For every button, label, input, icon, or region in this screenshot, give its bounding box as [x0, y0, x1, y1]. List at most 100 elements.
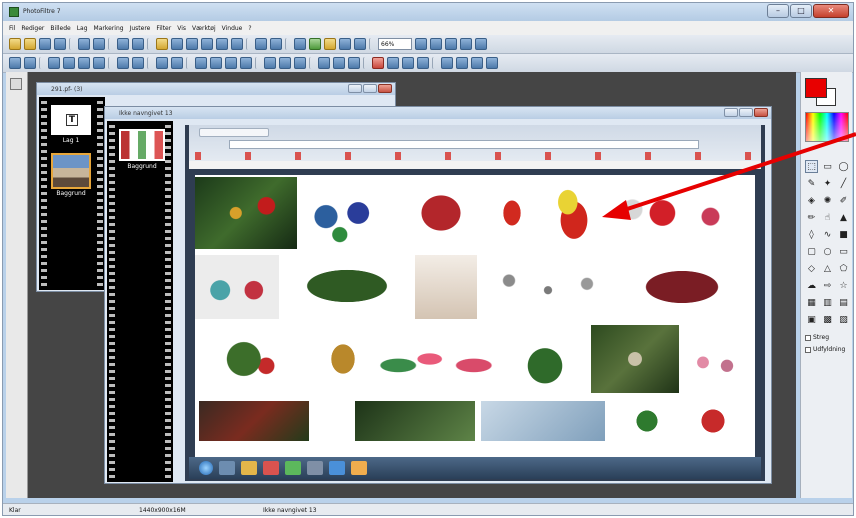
fill-option-icon[interactable]: ▧ — [837, 313, 850, 326]
menu-file[interactable]: Fil — [9, 25, 15, 32]
minimize-button[interactable]: – — [767, 4, 789, 18]
crop-icon[interactable] — [231, 38, 243, 50]
layer-thumbnail-background[interactable] — [119, 129, 165, 161]
image-result[interactable] — [543, 177, 605, 249]
image-result[interactable] — [505, 325, 585, 393]
triangle-shape-icon[interactable]: △ — [821, 262, 834, 275]
maximize-button[interactable]: □ — [790, 4, 812, 18]
rotate-right-icon[interactable] — [486, 57, 498, 69]
image-result[interactable] — [415, 255, 477, 319]
new-icon[interactable] — [9, 38, 21, 50]
frame-icon[interactable] — [417, 57, 429, 69]
flip-horizontal-icon[interactable] — [441, 57, 453, 69]
scanner-icon[interactable] — [78, 38, 90, 50]
fill-option-icon[interactable]: ▣ — [805, 313, 818, 326]
ellipse-select-icon[interactable]: ◯ — [837, 160, 850, 173]
main-document-window[interactable]: Ikke navngivet 13 Baggrund — [104, 106, 772, 484]
flip-vertical-icon[interactable] — [456, 57, 468, 69]
red-eye-icon[interactable] — [372, 57, 384, 69]
foreground-color-swatch[interactable] — [805, 78, 827, 98]
image-result[interactable] — [195, 255, 279, 319]
contrast-plus-icon[interactable] — [93, 57, 105, 69]
color-picker-spectrum[interactable] — [805, 112, 849, 142]
sepia-icon[interactable] — [210, 57, 222, 69]
stamp-icon[interactable]: ■ — [837, 228, 850, 241]
circle-shape-icon[interactable]: ○ — [821, 245, 834, 258]
vignette-icon[interactable] — [387, 57, 399, 69]
image-result[interactable] — [685, 325, 745, 393]
save-icon[interactable] — [39, 38, 51, 50]
fill-option-icon[interactable]: ▩ — [821, 313, 834, 326]
lasso-icon[interactable]: ∿ — [821, 228, 834, 241]
blur-icon[interactable] — [264, 57, 276, 69]
contrast-minus-icon[interactable] — [78, 57, 90, 69]
image-result[interactable] — [285, 261, 409, 311]
menu-image[interactable]: Billede — [50, 25, 70, 32]
arrow-shape-icon[interactable]: ⇨ — [821, 279, 834, 292]
menu-view[interactable]: Vis — [177, 25, 186, 32]
text-icon[interactable] — [294, 38, 306, 50]
star-shape-icon[interactable]: ☆ — [837, 279, 850, 292]
gamma-plus-icon[interactable] — [171, 57, 183, 69]
image-result[interactable] — [355, 401, 475, 441]
polygon-shape-icon[interactable]: ⬠ — [837, 262, 850, 275]
free-shape-icon[interactable]: ☁ — [805, 279, 818, 292]
magic-wand-icon[interactable]: ✦ — [821, 177, 834, 190]
doc-close-button[interactable] — [754, 108, 768, 117]
image-result[interactable] — [487, 177, 537, 249]
doc-maximize-button[interactable] — [739, 108, 753, 117]
auto-contrast-icon[interactable] — [24, 57, 36, 69]
outline-icon[interactable] — [402, 57, 414, 69]
grid-option-icon[interactable]: ▤ — [837, 296, 850, 309]
fit-window-icon[interactable] — [460, 38, 472, 50]
image-result[interactable] — [619, 401, 675, 441]
transparency-icon[interactable] — [324, 38, 336, 50]
image-result[interactable] — [195, 177, 297, 249]
grid-option-icon[interactable]: ▥ — [821, 296, 834, 309]
gradient-icon[interactable] — [354, 38, 366, 50]
fill-checkbox[interactable]: Udfyldning — [805, 346, 845, 353]
menu-adjust[interactable]: Justere — [130, 25, 151, 32]
smudge-icon[interactable]: ☝ — [821, 211, 834, 224]
paste-icon[interactable] — [171, 38, 183, 50]
drop-icon[interactable]: ◊ — [805, 228, 818, 241]
rotate-left-icon[interactable] — [471, 57, 483, 69]
doc-minimize-button[interactable] — [724, 108, 738, 117]
image-result[interactable] — [591, 325, 679, 393]
pencil-icon[interactable]: ✏ — [805, 211, 818, 224]
image-result[interactable] — [483, 255, 613, 319]
canvas-size-icon[interactable] — [216, 38, 228, 50]
redo-icon[interactable] — [132, 38, 144, 50]
image-result[interactable] — [199, 401, 309, 441]
flip-icon[interactable] — [270, 38, 282, 50]
doc-maximize-button[interactable] — [363, 84, 377, 93]
color-icon[interactable] — [339, 38, 351, 50]
image-result[interactable] — [481, 401, 605, 441]
menu-window[interactable]: Vindue — [222, 25, 243, 32]
layer-thumbnail-text[interactable]: T — [51, 105, 91, 135]
rectangle-shape-icon[interactable]: ▢ — [805, 245, 818, 258]
spray-icon[interactable]: ✺ — [821, 194, 834, 207]
edges-icon[interactable] — [333, 57, 345, 69]
fill-bucket-icon[interactable]: ◈ — [805, 194, 818, 207]
menu-tools[interactable]: Værktøj — [192, 25, 216, 32]
posterize-icon[interactable] — [240, 57, 252, 69]
gamma-icon[interactable] — [156, 57, 168, 69]
noise-icon[interactable] — [294, 57, 306, 69]
image-result[interactable] — [619, 259, 745, 315]
image-result[interactable] — [613, 177, 743, 249]
close-button[interactable]: ✕ — [813, 4, 849, 18]
zoom-out-icon[interactable] — [430, 38, 442, 50]
texture-icon[interactable] — [348, 57, 360, 69]
rounded-shape-icon[interactable]: ▭ — [837, 245, 850, 258]
brightness-plus-icon[interactable] — [63, 57, 75, 69]
layer-icon[interactable] — [309, 38, 321, 50]
saturation-minus-icon[interactable] — [117, 57, 129, 69]
brush-icon[interactable]: ✐ — [837, 194, 850, 207]
diamond-shape-icon[interactable]: ◇ — [805, 262, 818, 275]
doc-minimize-button[interactable] — [348, 84, 362, 93]
image-result[interactable] — [303, 177, 395, 249]
fullscreen-icon[interactable] — [475, 38, 487, 50]
actual-size-icon[interactable] — [445, 38, 457, 50]
image-result[interactable] — [199, 325, 311, 393]
